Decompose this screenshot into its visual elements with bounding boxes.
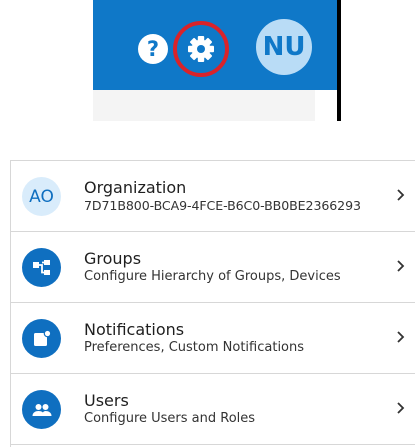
chevron-right-icon <box>397 260 405 272</box>
chevron-right-icon <box>397 402 405 414</box>
help-button[interactable]: ? <box>138 34 168 64</box>
window-edge <box>337 0 341 121</box>
menu-item-notifications[interactable]: Notifications Preferences, Custom Notifi… <box>11 303 415 374</box>
chevron-right-icon <box>397 189 405 201</box>
toolbar-strip <box>93 90 337 121</box>
notification-icon <box>33 329 51 346</box>
header-crop: ? NU <box>93 0 341 121</box>
app-bar: ? NU <box>93 0 337 90</box>
menu-item-subtitle: 7D71B800-BCA9-4FCE-B6C0-BB0BE2366293 <box>84 198 361 213</box>
menu-item-subtitle: Preferences, Custom Notifications <box>84 340 305 355</box>
menu-item-groups[interactable]: Groups Configure Hierarchy of Groups, De… <box>11 232 415 303</box>
settings-button[interactable] <box>171 19 231 79</box>
menu-item-title: Groups <box>84 249 142 268</box>
users-icon <box>32 403 51 416</box>
menu-item-title: Notifications <box>84 320 185 339</box>
user-avatar[interactable]: NU <box>256 19 312 75</box>
menu-item-subtitle: Configure Hierarchy of Groups, Devices <box>84 269 341 284</box>
hierarchy-icon <box>32 259 50 275</box>
gear-icon <box>173 21 229 77</box>
settings-menu: AO Organization 7D71B800-BCA9-4FCE-B6C0-… <box>10 160 415 447</box>
menu-item-title: Users <box>84 391 129 410</box>
chevron-right-icon <box>397 331 405 343</box>
organization-avatar: AO <box>22 177 61 216</box>
menu-item-organization[interactable]: AO Organization 7D71B800-BCA9-4FCE-B6C0-… <box>11 161 415 232</box>
help-icon: ? <box>146 37 160 61</box>
menu-item-subtitle: Configure Users and Roles <box>84 411 256 426</box>
menu-item-users[interactable]: Users Configure Users and Roles <box>11 374 415 445</box>
menu-item-title: Organization <box>84 178 187 197</box>
